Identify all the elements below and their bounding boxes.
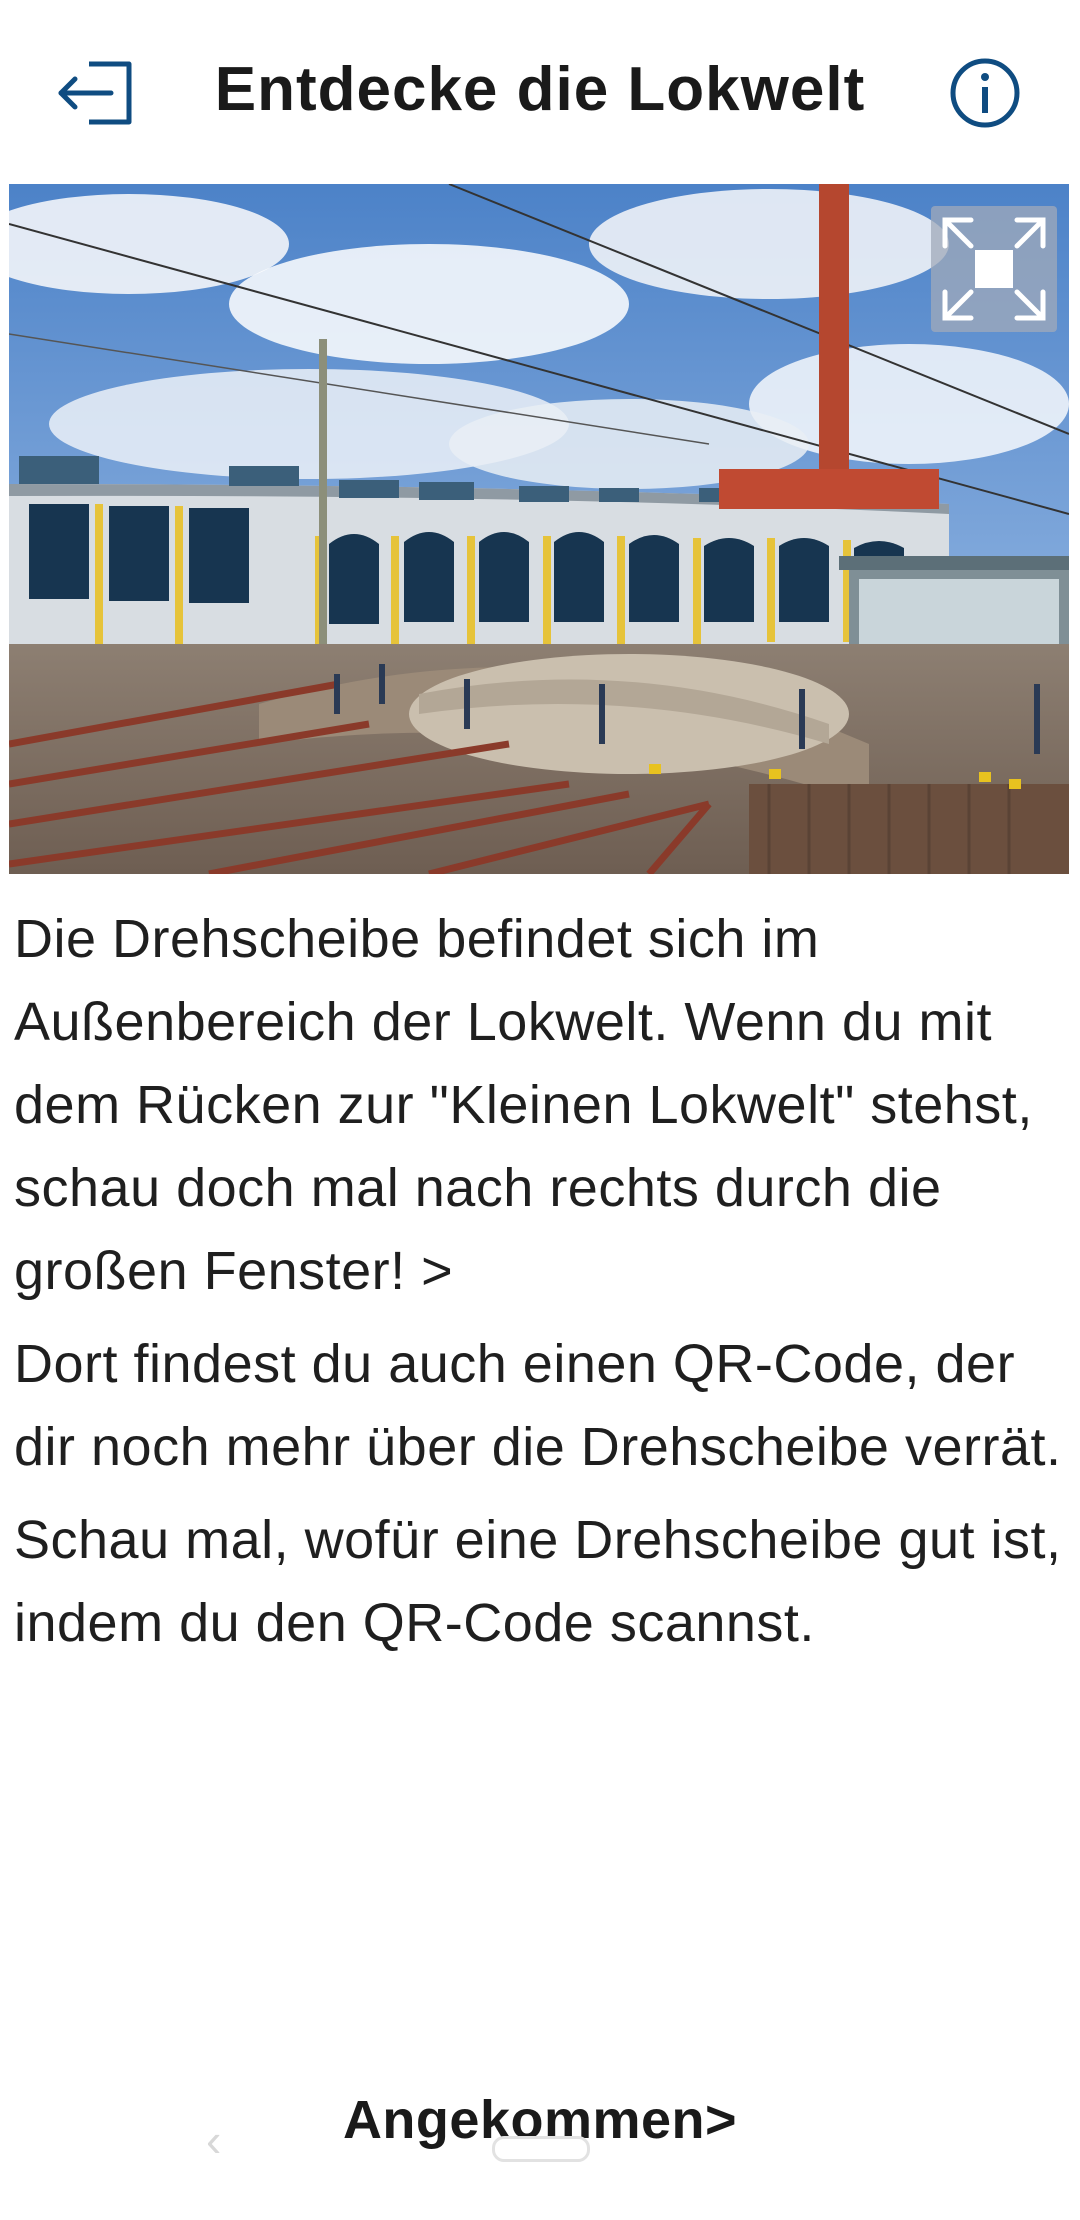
turntable-photo [9,184,1069,874]
paragraph-location: Die Drehscheibe befindet sich im Außenbe… [14,909,1033,1301]
paragraph-qr-hint: Dort findest du auch einen QR-Code, der … [14,1334,1062,1477]
fullscreen-button[interactable] [931,206,1057,332]
info-icon [950,58,1020,128]
page-title: Entdecke die Lokwelt [214,55,866,124]
fullscreen-icon [942,217,1046,321]
app-header: Entdecke die Lokwelt [0,0,1080,185]
paragraph-scan-prompt: Schau mal, wofür eine Drehscheibe gut is… [14,1510,1062,1653]
back-nav-icon[interactable]: ‹ [206,2117,246,2163]
home-indicator[interactable] [492,2136,590,2162]
description-text: Die Drehscheibe befindet sich im Außenbe… [14,898,1064,1675]
info-button[interactable] [940,48,1030,138]
exit-button[interactable] [50,48,140,138]
turntable-illustration [9,184,1069,874]
exit-icon [58,61,132,125]
